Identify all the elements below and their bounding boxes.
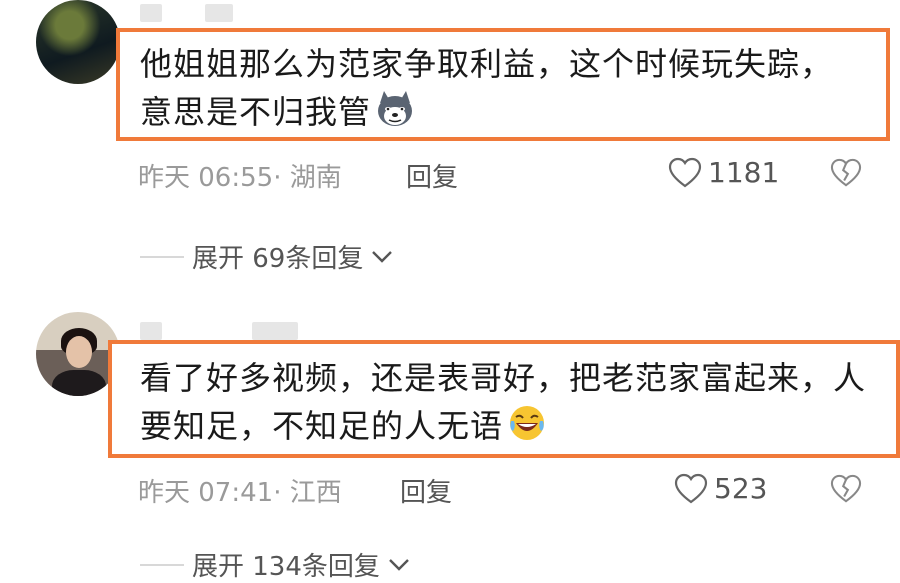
like-button[interactable]: 1181 <box>668 156 779 189</box>
comment-meta: 昨天 06:55· 湖南 <box>138 157 342 194</box>
username-blurred[interactable] <box>140 322 162 340</box>
username-blurred[interactable] <box>140 4 162 22</box>
laughing-crying-emoji-icon <box>510 406 545 440</box>
comment-location: · 江西 <box>273 478 342 508</box>
username-blurred[interactable] <box>205 4 233 22</box>
comment-time: 昨天 06:55 <box>138 163 274 193</box>
expand-replies[interactable]: 展开 134条回复 <box>140 546 410 583</box>
chevron-down-icon <box>372 250 393 263</box>
comment-meta: 昨天 07:41· 江西 <box>138 472 342 509</box>
reply-button[interactable]: 回复 <box>406 157 458 194</box>
broken-heart-icon[interactable] <box>830 474 862 504</box>
chevron-down-icon <box>389 558 409 571</box>
expand-replies[interactable]: 展开 69条回复 <box>140 238 393 275</box>
expand-replies-label: 展开 69条回复 <box>192 244 364 274</box>
husky-dog-emoji-icon <box>378 91 413 126</box>
like-button[interactable]: 523 <box>674 472 767 505</box>
comment-highlight-box: 他姐姐那么为范家争取利益，这个时候玩失踪，意思是不归我管 <box>116 28 890 141</box>
divider-line <box>140 563 184 566</box>
like-count: 523 <box>714 472 768 505</box>
username-blurred[interactable] <box>252 322 298 340</box>
divider-line <box>140 255 184 258</box>
avatar[interactable] <box>36 0 120 84</box>
comment-text: 他姐姐那么为范家争取利益，这个时候玩失踪，意思是不归我管 <box>140 45 834 131</box>
heart-icon <box>668 157 702 187</box>
heart-icon <box>674 473 708 503</box>
comment-time: 昨天 07:41 <box>138 478 274 508</box>
comment-highlight-box: 看了好多视频，还是表哥好，把老范家富起来，人要知足，不知足的人无语 <box>108 340 900 458</box>
comment-location: · 湖南 <box>273 163 342 193</box>
comment-text: 看了好多视频，还是表哥好，把老范家富起来，人要知足，不知足的人无语 <box>140 359 867 445</box>
reply-button[interactable]: 回复 <box>400 472 452 509</box>
expand-replies-label: 展开 134条回复 <box>192 552 380 582</box>
like-count: 1181 <box>708 156 780 189</box>
broken-heart-icon[interactable] <box>830 158 862 188</box>
